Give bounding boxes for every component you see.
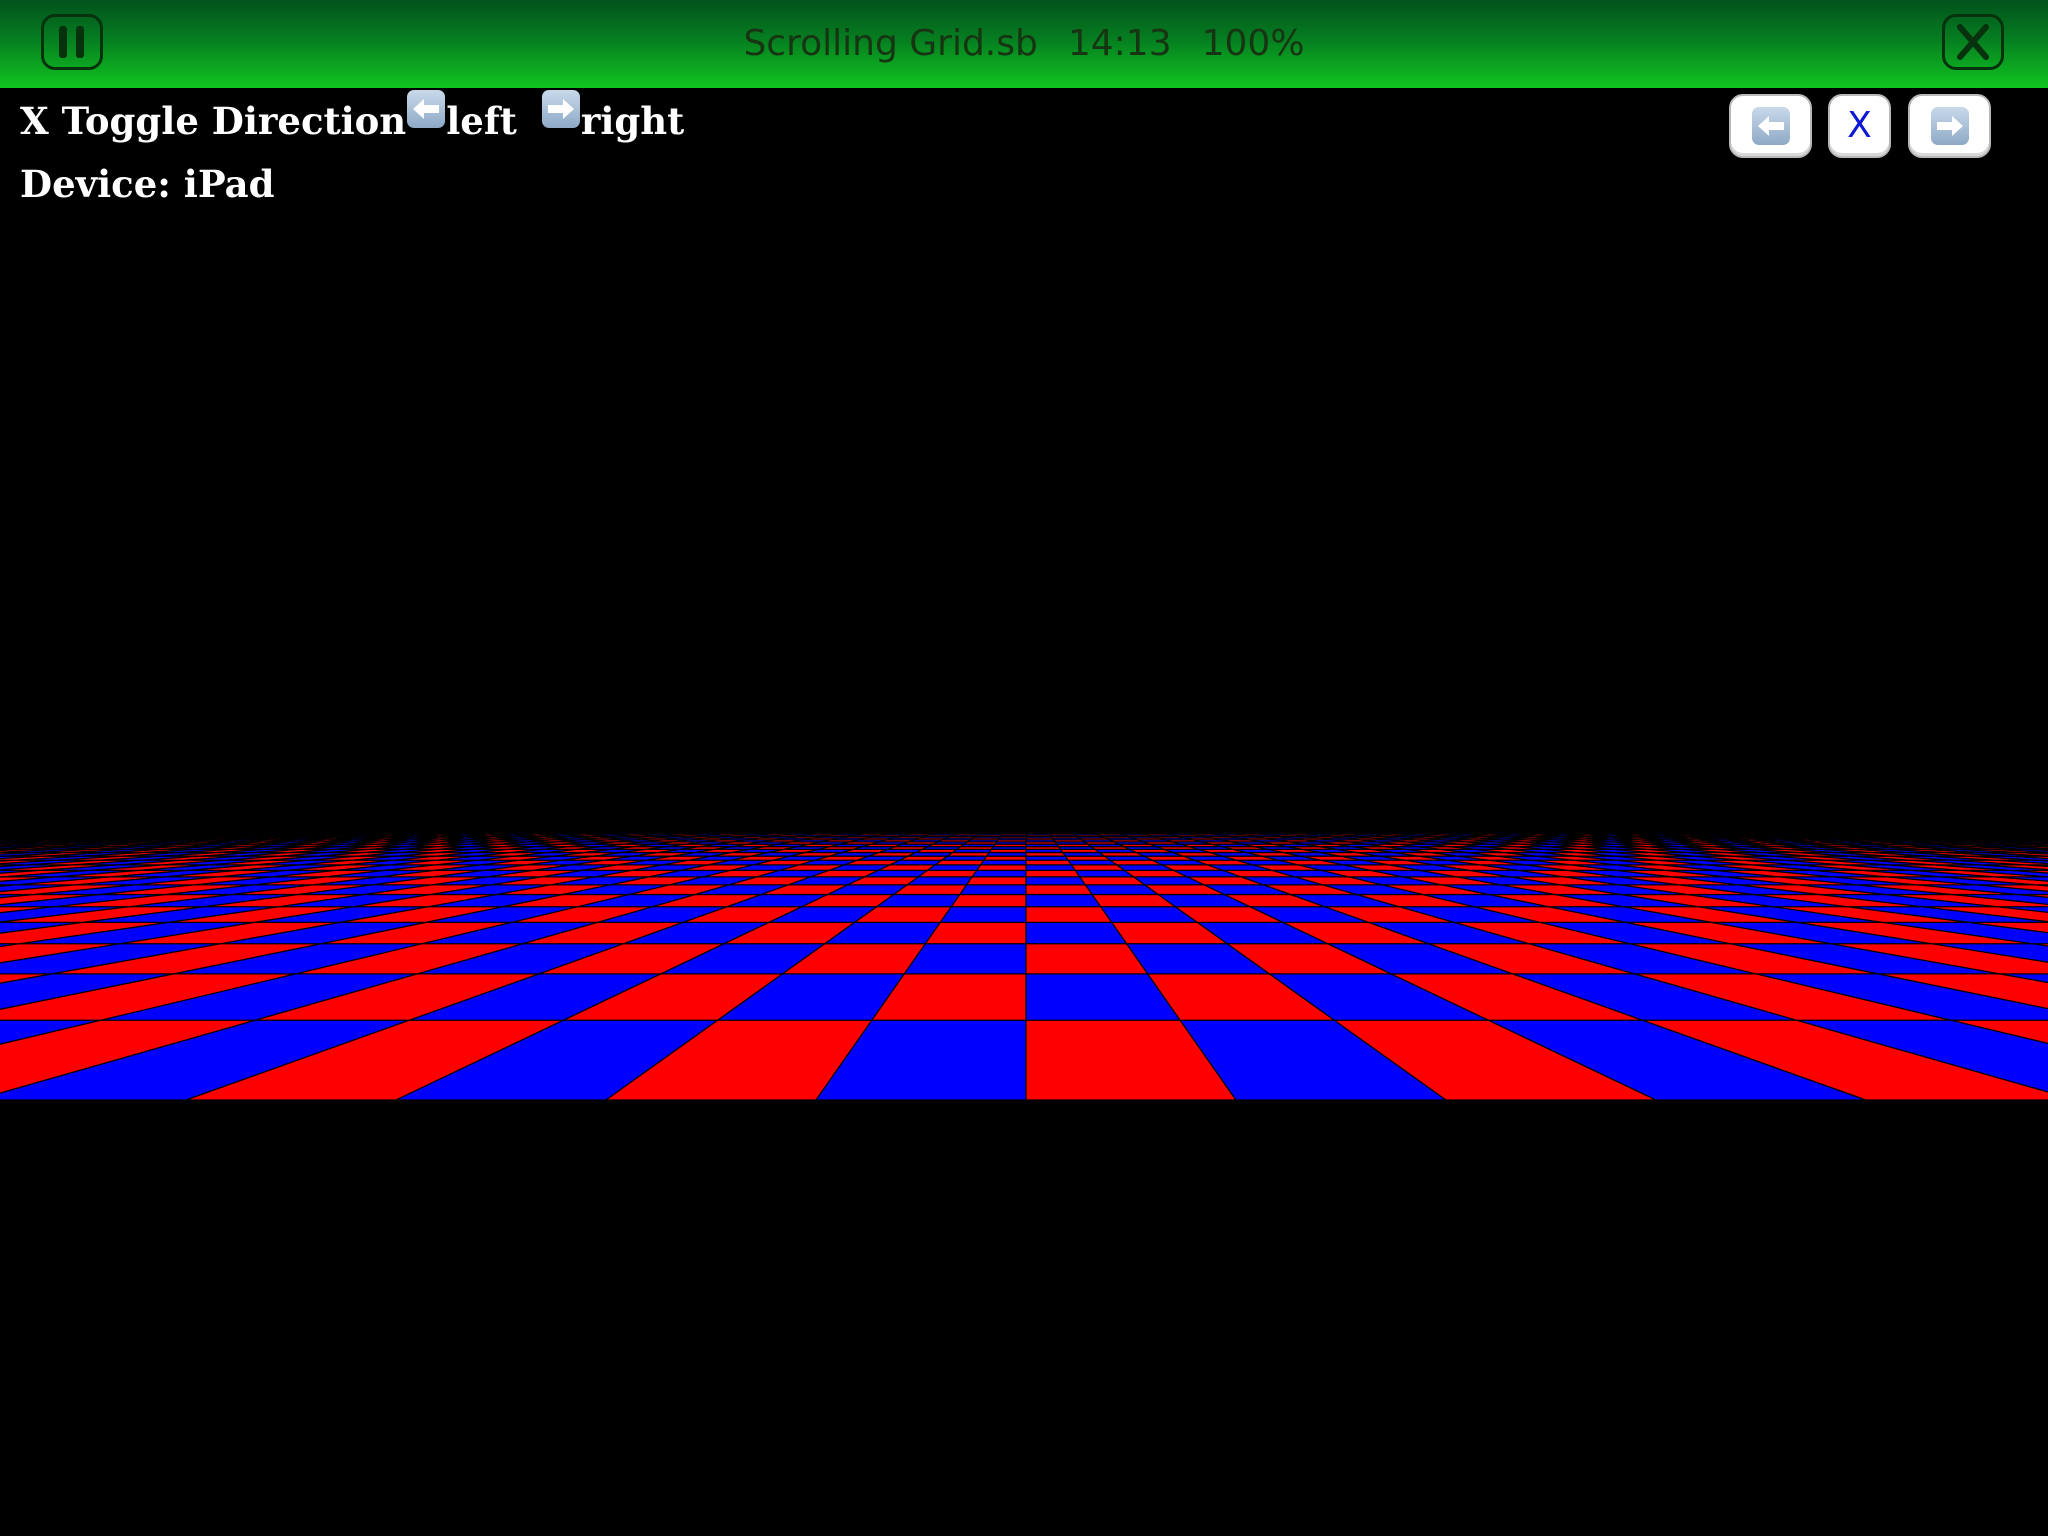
toggle-button-label: X	[1847, 105, 1872, 146]
floor-tile	[925, 864, 982, 872]
right-button[interactable]	[1908, 94, 1991, 158]
game-screen: Scrolling Grid.sb 14:13 100% X Toggle Dire…	[0, 0, 2048, 1536]
floor-tile	[942, 828, 966, 831]
floor-tile	[963, 828, 988, 831]
floor-tile	[891, 884, 968, 896]
floor-tile	[1025, 921, 1128, 945]
floor-tile	[1025, 869, 1081, 878]
close-button[interactable]	[1942, 14, 2004, 70]
toggle-instructions: X Toggle Direction left right	[20, 90, 684, 143]
left-arrow-icon	[1751, 107, 1790, 145]
toggle-direction-text: X Toggle Direction	[20, 99, 407, 143]
floor-tile	[950, 893, 1027, 908]
floor-tile	[982, 828, 1008, 831]
floor-tile	[1025, 855, 1070, 861]
top-bar: Scrolling Grid.sb 14:13 100%	[0, 0, 2048, 88]
floor-tile	[1066, 859, 1119, 866]
floor-tile	[1025, 828, 1049, 831]
floor-tile	[979, 859, 1027, 866]
floor-tile	[933, 859, 986, 866]
floor-tile	[899, 855, 950, 861]
right-text: right	[580, 99, 685, 143]
zoom-level: 100%	[1201, 23, 1305, 64]
toggle-direction-button[interactable]: X	[1828, 94, 1891, 158]
floor-tile	[1025, 906, 1113, 924]
floor-tile	[1064, 828, 1089, 831]
floor-tile	[924, 921, 1027, 945]
floor-tile	[1025, 893, 1102, 908]
floor-tile	[921, 828, 946, 831]
floor-tile	[889, 859, 944, 866]
floor-tile	[1025, 859, 1073, 866]
left-button[interactable]	[1729, 94, 1812, 158]
close-icon	[1957, 24, 1989, 60]
checkerboard-floor	[0, 828, 2048, 1101]
floor-tile	[1070, 864, 1127, 872]
floor-tile	[1064, 855, 1113, 861]
right-arrow-icon	[1930, 107, 1969, 145]
floor-tile	[905, 876, 974, 886]
floor-tile	[965, 876, 1027, 886]
floor-tile	[1086, 828, 1110, 831]
floor-tile	[1003, 828, 1027, 831]
floor-tile	[1025, 864, 1077, 872]
floor-tile	[903, 943, 1027, 975]
left-text: left	[446, 99, 517, 143]
right-arrow-emoji-icon	[541, 90, 580, 128]
floor-tile	[939, 906, 1027, 924]
floor-tile	[939, 855, 988, 861]
floor-tile	[877, 864, 938, 872]
filename: Scrolling Grid.sb	[743, 23, 1038, 64]
floor-tile	[971, 869, 1027, 878]
left-arrow-emoji-icon	[407, 90, 446, 128]
floor-tile	[1025, 876, 1087, 886]
floor-tile	[975, 864, 1027, 872]
floor-tile	[982, 855, 1027, 861]
floor-tile	[958, 884, 1027, 896]
window-title: Scrolling Grid.sb 14:13 100%	[0, 16, 2048, 72]
floor-tile	[1044, 828, 1070, 831]
device-label: Device: iPad	[20, 162, 275, 206]
floor-tile	[916, 869, 978, 878]
clock-time: 14:13	[1067, 23, 1172, 64]
floor-tile	[1025, 884, 1094, 896]
